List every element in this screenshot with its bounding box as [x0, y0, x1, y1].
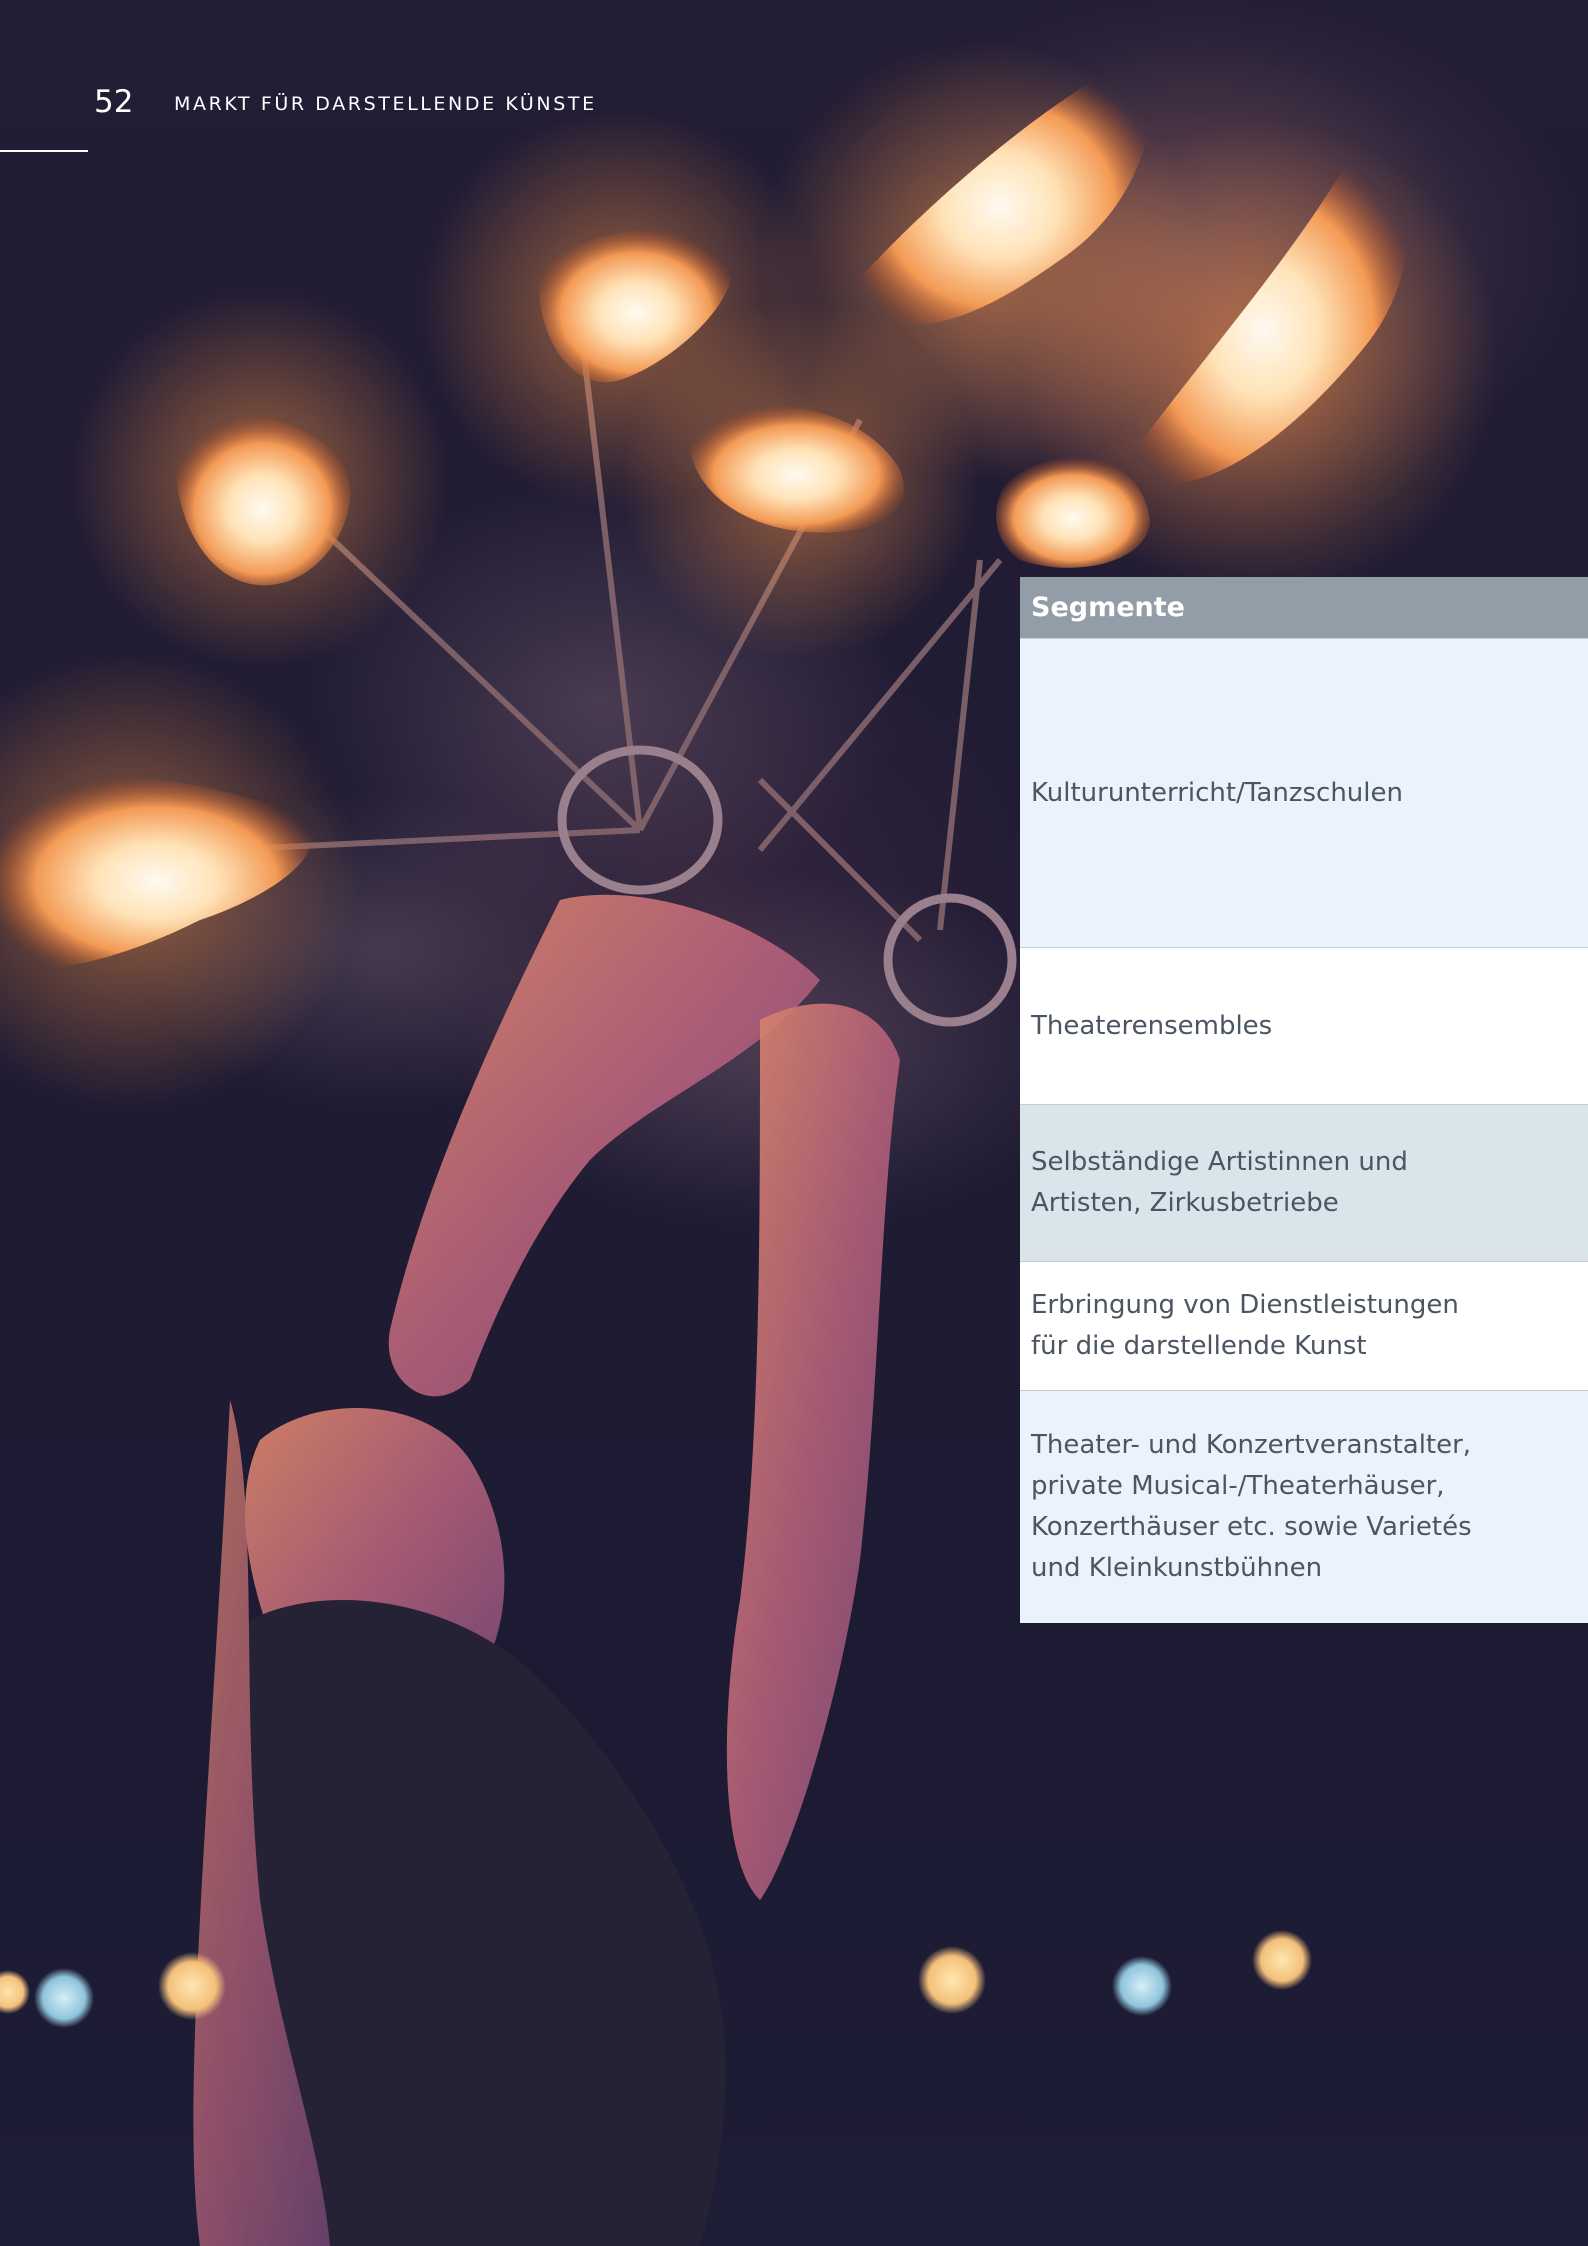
- table-cell-text: Kulturunterricht/Tanzschulen: [1031, 777, 1403, 808]
- table-row-artisten: Selbständige Artistinnen und Artisten, Z…: [1020, 1105, 1588, 1262]
- table-heading: Segmente: [1020, 577, 1588, 639]
- table-row-kulturunterricht: Kulturunterricht/Tanzschulen: [1020, 639, 1588, 948]
- segments-table: Segmente Kulturunterricht/Tanzschulen Th…: [1020, 577, 1588, 1623]
- running-title: MARKT FÜR DARSTELLENDE KÜNSTE: [174, 93, 597, 115]
- table-row-theaterensembles: Theaterensembles: [1020, 948, 1588, 1105]
- running-header: 52 MARKT FÜR DARSTELLENDE KÜNSTE: [0, 80, 700, 152]
- header-rule: [0, 150, 88, 152]
- table-cell-text: Theaterensembles: [1031, 1010, 1273, 1041]
- table-row-veranstalter: Theater- und Konzertveranstalter, privat…: [1020, 1391, 1588, 1623]
- table-cell-text: Selbständige Artistinnen und Artisten, Z…: [1031, 1147, 1408, 1218]
- page-number: 52: [94, 84, 134, 120]
- table-cell-text: Theater- und Konzertveranstalter, privat…: [1031, 1430, 1472, 1583]
- table-cell-text: Erbringung von Dienstleistungen für die …: [1031, 1290, 1459, 1361]
- table-row-dienstleistungen: Erbringung von Dienstleistungen für die …: [1020, 1262, 1588, 1391]
- page: 52 MARKT FÜR DARSTELLENDE KÜNSTE Segment…: [0, 0, 1588, 2246]
